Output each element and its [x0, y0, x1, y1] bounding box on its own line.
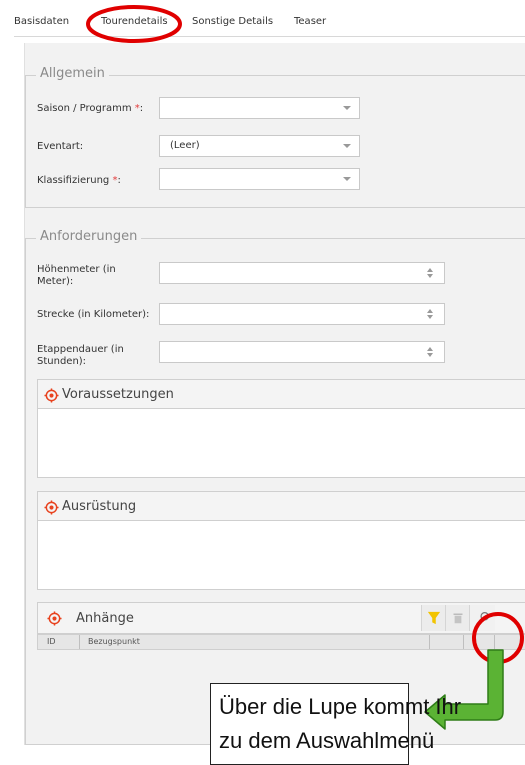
annotation-callout: Über die Lupe kommt Ihr zu dem Auswahlme…	[210, 683, 461, 765]
highlight-circle-tab	[86, 5, 182, 43]
callout-text-line1: Über die Lupe kommt Ihr	[219, 694, 462, 719]
annotation-overlay	[86, 5, 524, 730]
callout-text-line2: zu dem Auswahlmenü	[219, 728, 435, 753]
